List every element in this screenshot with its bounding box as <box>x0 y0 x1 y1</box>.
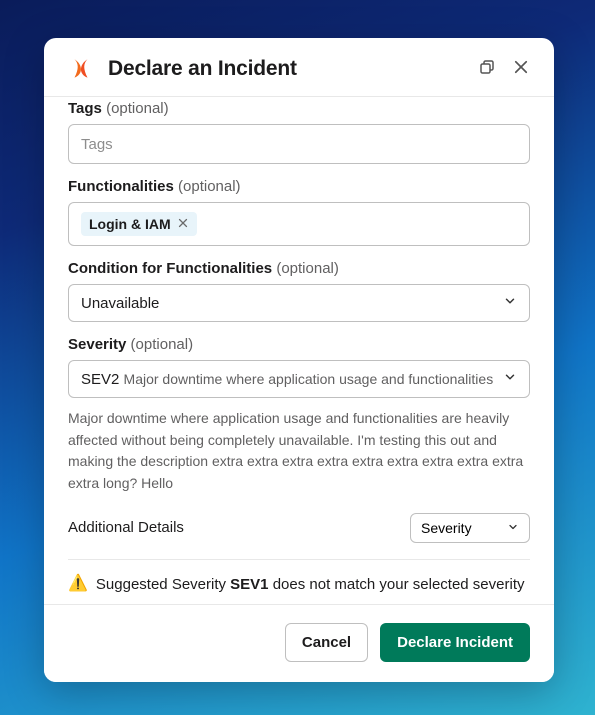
tags-label: Tags (optional) <box>68 100 530 117</box>
declare-incident-button[interactable]: Declare Incident <box>380 623 530 662</box>
close-icon[interactable] <box>512 58 530 81</box>
pop-out-icon[interactable] <box>478 58 496 81</box>
declare-incident-modal: Declare an Incident Tags (optional) <box>44 38 554 682</box>
warning-icon: ⚠️ <box>68 574 88 595</box>
cancel-button[interactable]: Cancel <box>285 623 368 662</box>
chip-label: Login & IAM <box>89 216 171 232</box>
functionalities-label: Functionalities (optional) <box>68 178 530 195</box>
severity-warning: ⚠️ Suggested Severity SEV1 does not matc… <box>68 560 530 604</box>
severity-value: SEV2 Major downtime where application us… <box>81 371 495 388</box>
severity-helper-text: Major downtime where application usage a… <box>68 408 530 495</box>
functionalities-input[interactable]: Login & IAM <box>68 202 530 246</box>
modal-body: Tags (optional) Functionalities (optiona… <box>44 97 554 604</box>
tags-input[interactable] <box>68 124 530 164</box>
condition-select[interactable]: Unavailable <box>68 284 530 322</box>
functionality-chip: Login & IAM <box>81 212 197 236</box>
additional-details-row: Additional Details Severity <box>68 513 530 543</box>
modal-footer: Cancel Declare Incident <box>44 604 554 682</box>
additional-details-value: Severity <box>421 520 472 536</box>
condition-value: Unavailable <box>81 295 495 312</box>
chevron-down-icon <box>503 294 517 312</box>
warning-text: Suggested Severity SEV1 does not match y… <box>96 574 525 595</box>
severity-select[interactable]: SEV2 Major downtime where application us… <box>68 360 530 398</box>
modal-title: Declare an Incident <box>108 57 464 81</box>
chevron-down-icon <box>503 370 517 388</box>
additional-details-select[interactable]: Severity <box>410 513 530 543</box>
chevron-down-icon <box>507 520 519 536</box>
app-logo-icon <box>68 56 94 82</box>
severity-label: Severity (optional) <box>68 336 530 353</box>
modal-header: Declare an Incident <box>44 38 554 96</box>
chip-remove-icon[interactable] <box>177 216 189 232</box>
condition-label: Condition for Functionalities (optional) <box>68 260 530 277</box>
tags-text-field[interactable] <box>81 136 517 153</box>
additional-details-label: Additional Details <box>68 519 184 536</box>
